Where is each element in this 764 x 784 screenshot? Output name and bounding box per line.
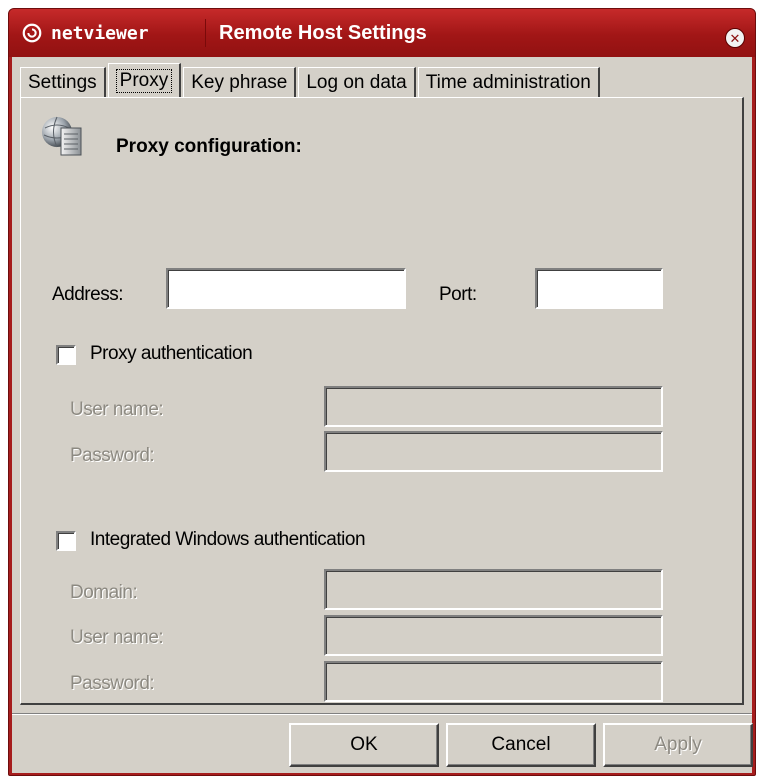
tab-label: Log on data: [306, 71, 407, 93]
cancel-button[interactable]: Cancel: [446, 723, 596, 767]
domain-label: Domain:: [70, 582, 138, 603]
window-title: Remote Host Settings: [219, 22, 427, 44]
address-label: Address:: [52, 284, 123, 305]
brand-logo: netviewer: [21, 21, 149, 45]
proxy-username-field[interactable]: [324, 386, 663, 427]
address-input[interactable]: [166, 268, 406, 309]
tab-time-administration[interactable]: Time administration: [417, 67, 600, 97]
proxy-password-label: Password:: [70, 445, 155, 466]
ok-button[interactable]: OK: [289, 723, 439, 767]
apply-button[interactable]: Apply: [603, 723, 753, 767]
windows-username-field[interactable]: [324, 615, 663, 656]
close-icon: ✕: [729, 30, 741, 46]
tab-strip: Settings Proxy Key phrase Log on data Ti…: [20, 63, 602, 97]
tab-label: Key phrase: [191, 71, 288, 93]
netviewer-logo-icon: [22, 23, 42, 43]
tab-settings[interactable]: Settings: [20, 67, 106, 97]
windows-password-label: Password:: [70, 673, 155, 694]
tab-log-on-data[interactable]: Log on data: [298, 67, 416, 97]
tab-label: Settings: [28, 71, 97, 93]
settings-window: netviewer Remote Host Settings ✕ Setting…: [8, 8, 756, 776]
tab-label: Time administration: [425, 71, 591, 93]
port-input[interactable]: [535, 268, 663, 309]
proxy-auth-label[interactable]: Proxy authentication: [90, 343, 253, 365]
tab-label: Proxy: [115, 68, 173, 93]
windows-password-field[interactable]: [324, 661, 663, 702]
port-label: Port:: [439, 284, 477, 305]
title-bar[interactable]: netviewer Remote Host Settings ✕: [9, 9, 755, 57]
server-globe-icon: [42, 116, 82, 156]
tab-proxy[interactable]: Proxy: [107, 63, 182, 97]
windows-auth-checkbox[interactable]: [56, 531, 76, 551]
tab-key-phrase[interactable]: Key phrase: [183, 67, 297, 97]
close-button[interactable]: ✕: [725, 28, 745, 48]
dialog-client-area: Settings Proxy Key phrase Log on data Ti…: [12, 57, 753, 773]
proxy-tab-page: Proxy configuration: Address: Port: Prox…: [20, 97, 744, 705]
title-separator: [205, 19, 206, 47]
domain-field[interactable]: [324, 569, 663, 610]
windows-auth-label[interactable]: Integrated Windows authentication: [90, 529, 366, 551]
section-title: Proxy configuration:: [116, 136, 302, 157]
windows-username-label: User name:: [70, 627, 164, 648]
footer-divider: [12, 713, 752, 715]
proxy-username-label: User name:: [70, 399, 164, 420]
proxy-auth-checkbox[interactable]: [56, 345, 76, 365]
brand-name: netviewer: [51, 22, 149, 44]
proxy-password-field[interactable]: [324, 431, 663, 472]
